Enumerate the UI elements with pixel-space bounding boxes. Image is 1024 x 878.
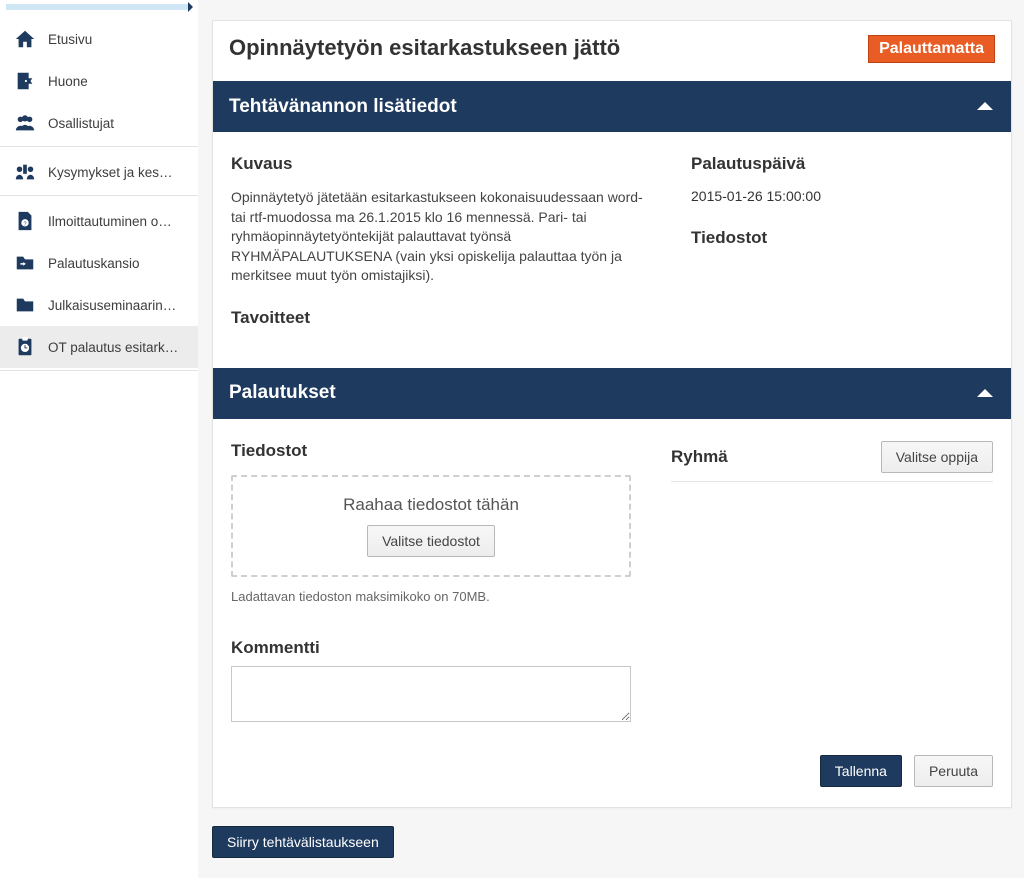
folder-back-icon: [12, 252, 38, 274]
nav-registration[interactable]: ? Ilmoittautuminen o…: [0, 200, 198, 242]
description-text: Opinnäytetyö jätetään esitarkastukseen k…: [231, 188, 651, 286]
qa-icon: [12, 161, 38, 183]
dropzone-title: Raahaa tiedostot tähän: [251, 495, 611, 515]
choose-files-button[interactable]: Valitse tiedostot: [367, 525, 495, 557]
description-label: Kuvaus: [231, 154, 651, 174]
nav-room[interactable]: Huone: [0, 60, 198, 102]
submission-files-label: Tiedostot: [231, 441, 631, 461]
back-to-task-list-button[interactable]: Siirry tehtävälistaukseen: [212, 826, 394, 858]
main-content: Opinnäytetyön esitarkastukseen jättö Pal…: [198, 0, 1024, 878]
nav-publish-seminar[interactable]: Julkaisuseminaarin…: [0, 284, 198, 326]
save-button[interactable]: Tallenna: [820, 755, 902, 787]
return-date-value: 2015-01-26 15:00:00: [691, 188, 993, 204]
clipboard-clock-icon: [12, 336, 38, 358]
nav-home[interactable]: Etusivu: [0, 18, 198, 60]
comment-textarea[interactable]: [231, 666, 631, 722]
people-icon: [12, 112, 38, 134]
folder-icon: [12, 294, 38, 316]
file-size-hint: Ladattavan tiedoston maksimikoko on 70MB…: [231, 589, 631, 604]
section-submissions[interactable]: Palautukset: [213, 368, 1011, 419]
section-assignment-details-title: Tehtävänannon lisätiedot: [229, 96, 457, 118]
nav-room-label: Huone: [48, 74, 88, 89]
group-label: Ryhmä: [671, 447, 728, 467]
section-submissions-title: Palautukset: [229, 382, 336, 404]
nav-registration-label: Ilmoittautuminen o…: [48, 214, 172, 229]
nav-return-folder[interactable]: Palautuskansio: [0, 242, 198, 284]
sidebar-top-indicator[interactable]: [6, 4, 191, 10]
nav-questions-label: Kysymykset ja kes…: [48, 165, 173, 180]
nav-ot-submission-label: OT palautus esitark…: [48, 340, 178, 355]
section-assignment-details[interactable]: Tehtävänannon lisätiedot: [213, 81, 1011, 132]
home-icon: [12, 28, 38, 50]
file-info-icon: ?: [12, 210, 38, 232]
sidebar: Etusivu Huone Osallistujat Kysymykse: [0, 0, 198, 878]
chevron-up-icon: [975, 95, 995, 118]
chevron-up-icon: [975, 382, 995, 405]
nav-ot-submission[interactable]: OT palautus esitark…: [0, 326, 198, 368]
cancel-button[interactable]: Peruuta: [914, 755, 993, 787]
nav-questions[interactable]: Kysymykset ja kes…: [0, 151, 198, 193]
return-date-label: Palautuspäivä: [691, 154, 993, 174]
nav-return-folder-label: Palautuskansio: [48, 256, 140, 271]
door-icon: [12, 70, 38, 92]
choose-student-button[interactable]: Valitse oppija: [881, 441, 993, 473]
svg-text:?: ?: [23, 222, 26, 228]
status-badge: Palauttamatta: [868, 35, 995, 63]
page-title: Opinnäytetyön esitarkastukseen jättö: [229, 35, 620, 61]
goals-label: Tavoitteet: [231, 308, 651, 328]
nav-home-label: Etusivu: [48, 32, 92, 47]
nav-participants[interactable]: Osallistujat: [0, 102, 198, 144]
assignment-files-label: Tiedostot: [691, 228, 993, 248]
nav-publish-seminar-label: Julkaisuseminaarin…: [48, 298, 176, 313]
file-dropzone[interactable]: Raahaa tiedostot tähän Valitse tiedostot: [231, 475, 631, 577]
nav-participants-label: Osallistujat: [48, 116, 114, 131]
comment-label: Kommentti: [231, 638, 631, 658]
